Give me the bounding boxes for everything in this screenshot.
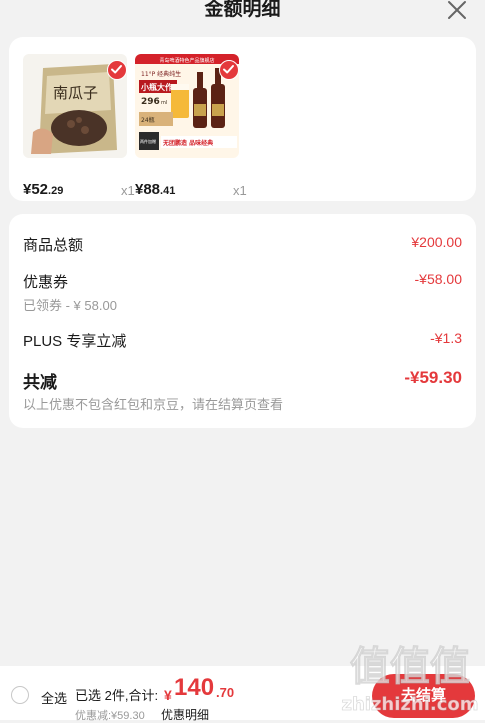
plus-value: -¥1.3 bbox=[430, 330, 462, 346]
plus-label: PLUS 专享立减 bbox=[23, 333, 127, 350]
checkmark-icon bbox=[223, 65, 234, 74]
count-text: 296 bbox=[141, 97, 160, 107]
total-currency: ¥ bbox=[164, 687, 172, 703]
discount-amount-text: 优惠减:¥59.30 bbox=[75, 710, 145, 722]
product-checkbox[interactable] bbox=[107, 60, 127, 80]
price-integer: ¥52 bbox=[23, 181, 49, 198]
product-quantity: x1 bbox=[121, 183, 135, 198]
slogan-text: 无团鹏造 品味经典 bbox=[162, 139, 213, 147]
product-checkbox[interactable] bbox=[219, 60, 239, 80]
coupon-value: -¥58.00 bbox=[414, 271, 462, 287]
summary-card: 商品总额 ¥200.00 优惠券 -¥58.00 已领券 - ¥ 58.00 P… bbox=[9, 214, 476, 428]
coupon-label: 优惠券 bbox=[23, 274, 69, 291]
goods-total-value: ¥200.00 bbox=[411, 234, 462, 250]
checkout-button[interactable]: 去结算 bbox=[372, 674, 475, 718]
tag-text: 11°P 经典纯生 bbox=[141, 70, 181, 78]
pack-count-text: 24瓶 bbox=[141, 116, 155, 124]
select-all-label[interactable]: 全选 bbox=[41, 688, 67, 707]
coupon-sub: 已领券 - ¥ 58.00 bbox=[23, 298, 117, 313]
product-price: ¥52.29 bbox=[23, 181, 63, 198]
checkmark-icon bbox=[111, 65, 122, 74]
price-integer: ¥88 bbox=[135, 181, 161, 198]
total-decimal: .70 bbox=[216, 685, 235, 700]
header: 金额明细 bbox=[0, 0, 485, 28]
product-quantity: x1 bbox=[233, 183, 247, 198]
badge-text: 两件加赠 bbox=[140, 138, 156, 144]
products-card: 南瓜子 ¥52.29 x1 青岛啤酒特色产品旗舰店 11°P 经典纯生 小瓶大作… bbox=[9, 37, 476, 201]
close-icon[interactable] bbox=[445, 0, 469, 22]
bottom-bar: 全选 已选 2件,合计: ¥ 140 .70 优惠减:¥59.30 优惠明细 去… bbox=[0, 666, 485, 723]
pack-text: 南瓜子 bbox=[53, 84, 98, 102]
ml-text: ml bbox=[161, 100, 167, 106]
discount-detail-link[interactable]: 优惠明细 bbox=[161, 706, 209, 723]
total-integer: 140 bbox=[174, 674, 215, 701]
discount-note: 以上优惠不包含红包和京豆，请在结算页查看 bbox=[23, 397, 284, 412]
page-title: 金额明细 bbox=[204, 0, 281, 20]
price-decimal: .29 bbox=[48, 185, 64, 197]
selected-count-text: 已选 2件,合计: bbox=[75, 688, 159, 703]
total-discount-value: -¥59.30 bbox=[404, 368, 462, 387]
goods-total-label: 商品总额 bbox=[23, 237, 84, 254]
price-decimal: .41 bbox=[160, 185, 176, 197]
headline-text: 小瓶大作 bbox=[140, 82, 173, 92]
banner-text: 青岛啤酒特色产品旗舰店 bbox=[159, 57, 214, 64]
total-discount-label: 共减 bbox=[23, 373, 57, 392]
select-all-radio[interactable] bbox=[11, 686, 29, 704]
product-price: ¥88.41 bbox=[135, 181, 175, 198]
